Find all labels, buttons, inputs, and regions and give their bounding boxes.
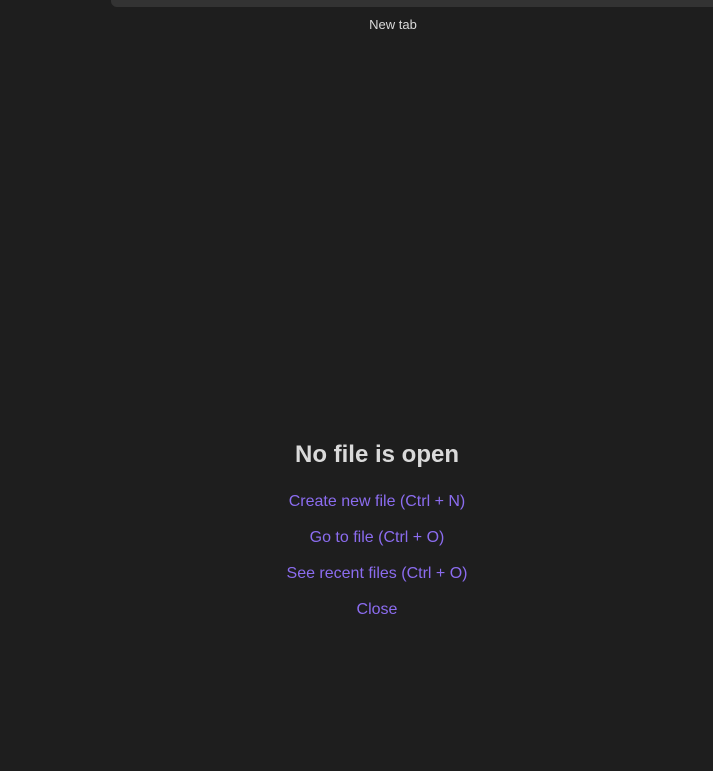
close-link[interactable]: Close <box>0 600 713 620</box>
go-to-file-link[interactable]: Go to file (Ctrl + O) <box>0 528 713 548</box>
empty-state-title: No file is open <box>294 441 459 468</box>
see-recent-files-link[interactable]: See recent files (Ctrl + O) <box>0 564 713 584</box>
empty-state: No file is open Create new file (Ctrl + … <box>0 438 713 636</box>
create-new-file-link[interactable]: Create new file (Ctrl + N) <box>0 492 713 512</box>
tab-title: New tab <box>369 17 417 32</box>
view-header: New tab <box>0 0 713 50</box>
